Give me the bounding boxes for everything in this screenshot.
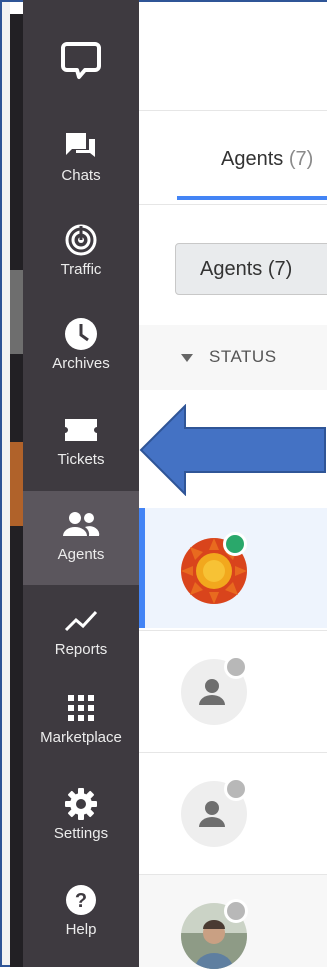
sidebar-item-tickets[interactable]: Tickets [23,396,139,490]
sidebar-item-reports[interactable]: Reports [23,586,139,680]
sidebar-item-label: Chats [61,167,101,184]
sidebar-item-agents[interactable]: Agents [23,491,139,585]
tab-label: Agents [221,148,284,170]
left-edge-dark [10,14,23,270]
left-edge-dark-3 [10,526,23,967]
status-group-header[interactable]: STATUS [139,325,327,390]
status-label: STATUS [209,347,277,366]
agents-filter-chip[interactable]: Agents (7) [175,243,327,295]
chats-icon [23,128,139,164]
sidebar-item-help[interactable]: ? Help [23,866,139,960]
agent-row[interactable] [139,631,327,751]
status-online-dot [223,532,247,556]
status-offline-dot [224,899,248,923]
left-edge-scroll [10,270,23,354]
agent-row[interactable] [139,753,327,873]
agent-row[interactable] [139,508,327,628]
sidebar-item-label: Traffic [60,261,102,278]
chat-bubble-icon[interactable] [23,14,139,106]
sidebar: Chats Traffic Archives Tickets Agents Re… [23,0,139,967]
sidebar-item-label: Help [65,921,97,938]
selection-indicator [139,508,145,628]
annotation-arrow [139,403,327,501]
left-edge-dark-2 [10,354,23,442]
caret-down-icon [181,354,193,362]
gear-icon [23,786,139,822]
sidebar-item-label: Reports [54,641,108,658]
tab-agents[interactable]: Agents (7) [221,148,313,171]
help-icon: ? [23,882,139,918]
tab-count: (7) [288,148,314,170]
status-offline-dot [224,655,248,679]
clock-icon [23,316,139,352]
divider [139,110,327,111]
sidebar-item-label: Marketplace [40,729,122,746]
outer-window-strip [2,2,10,965]
sidebar-item-label: Tickets [57,451,105,468]
traffic-icon [23,222,139,258]
sidebar-item-marketplace[interactable]: Marketplace [23,674,139,768]
sidebar-item-label: Agents [57,546,105,563]
grid-icon [23,690,139,726]
ticket-icon [23,412,139,448]
sidebar-item-chats[interactable]: Chats [23,112,139,206]
tab-active-indicator [177,196,327,200]
agents-icon [23,507,139,543]
sidebar-item-traffic[interactable]: Traffic [23,206,139,300]
chip-label: Agents (7) [200,258,293,280]
svg-text:?: ? [75,890,87,912]
sidebar-item-settings[interactable]: Settings [23,770,139,864]
sidebar-item-label: Settings [53,825,109,842]
status-offline-dot [224,777,248,801]
chart-line-icon [23,602,139,638]
sidebar-item-archives[interactable]: Archives [23,300,139,394]
sidebar-item-label: Archives [52,355,110,372]
left-edge-orange [10,442,23,526]
agent-row[interactable] [139,875,327,969]
divider [139,204,327,205]
